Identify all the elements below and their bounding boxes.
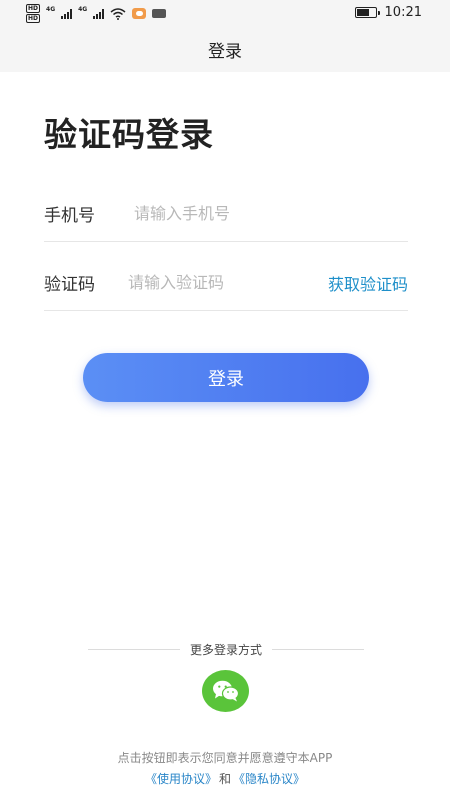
more-login-label: 更多登录方式 xyxy=(190,642,263,657)
signal-icon xyxy=(93,8,105,19)
phone-input[interactable] xyxy=(134,204,408,223)
wifi-icon xyxy=(110,7,126,20)
hd-badge: HD xyxy=(26,14,41,23)
terms-link[interactable]: 《使用协议》 xyxy=(145,772,217,786)
phone-field-row: 手机号 xyxy=(44,186,408,242)
hd-badge: HD xyxy=(26,4,41,13)
phone-label: 手机号 xyxy=(44,206,95,226)
message-notification-icon xyxy=(132,8,147,19)
network-type-label: 4G xyxy=(46,6,56,13)
status-right: 10:21 xyxy=(354,5,422,20)
code-label: 验证码 xyxy=(44,275,95,295)
hd-badges: HD HD xyxy=(26,4,41,23)
divider-line xyxy=(88,648,180,650)
status-time: 10:21 xyxy=(384,5,422,20)
signal-icon xyxy=(61,8,73,19)
login-button[interactable]: 登录 xyxy=(83,353,369,402)
privacy-link[interactable]: 《隐私协议》 xyxy=(233,772,305,786)
code-field-row: 验证码 获取验证码 xyxy=(44,255,408,311)
battery-level xyxy=(356,9,370,16)
more-login-divider: 更多登录方式 xyxy=(88,640,365,658)
code-input[interactable] xyxy=(127,273,328,292)
wechat-icon xyxy=(212,680,239,702)
divider-line xyxy=(272,648,365,650)
app-notification-icon xyxy=(152,9,167,18)
nav-title: 登录 xyxy=(208,41,242,62)
status-left: HD HD 4G 4G xyxy=(26,4,167,23)
agreement-and: 和 xyxy=(218,772,231,786)
agreement-text: 点击按钮即表示您同意并愿意遵守本APP xyxy=(117,751,333,765)
wechat-login-button[interactable] xyxy=(202,670,249,712)
status-bar: HD HD 4G 4G 10:21 xyxy=(0,0,450,26)
network-type-label: 4G xyxy=(78,6,88,13)
agreement-links: 《使用协议》和《隐私协议》 xyxy=(0,770,450,787)
nav-bar: 登录 xyxy=(0,26,450,72)
battery-icon xyxy=(354,7,380,18)
get-code-button[interactable]: 获取验证码 xyxy=(328,271,408,295)
page-title: 验证码登录 xyxy=(44,115,214,154)
